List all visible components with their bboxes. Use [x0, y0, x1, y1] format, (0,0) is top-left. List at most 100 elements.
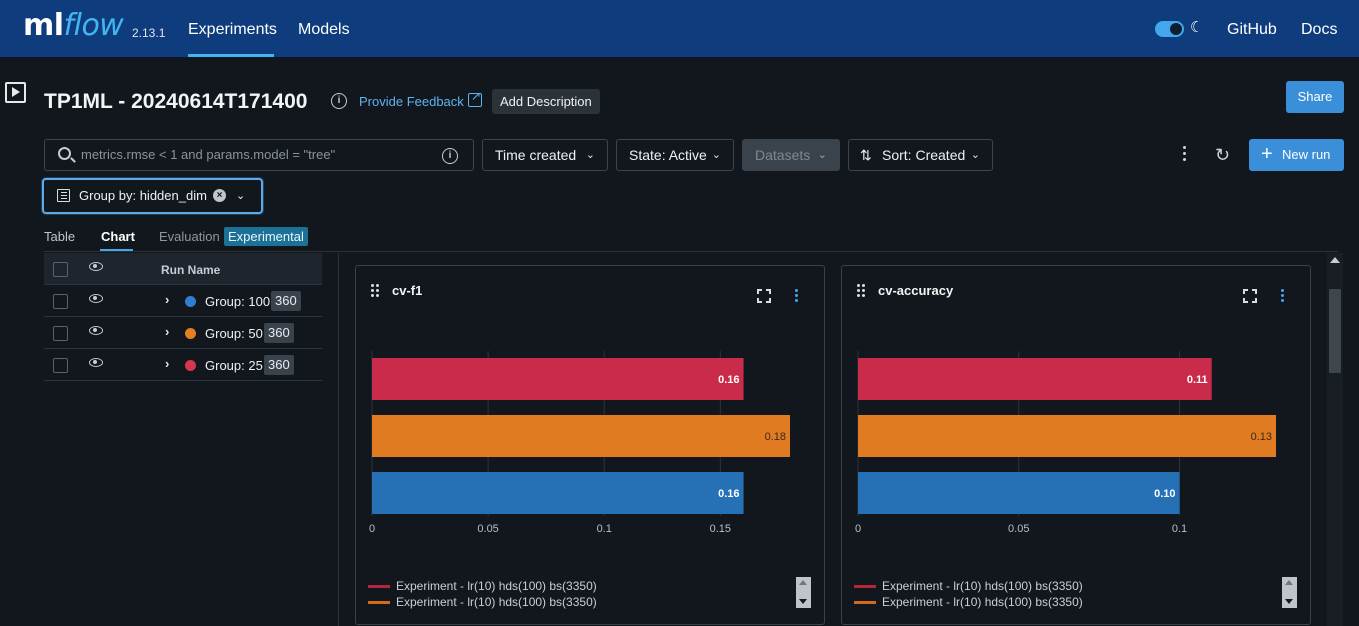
chevron-right-icon[interactable]: ›	[165, 292, 169, 307]
chart-legend: Experiment - lr(10) hds(100) bs(3350) Ex…	[854, 578, 1083, 610]
plus-icon: +	[1261, 143, 1273, 165]
legend-item: Experiment - lr(10) hds(100) bs(3350)	[368, 594, 597, 610]
new-run-label: New run	[1282, 147, 1331, 162]
legend-scrollbar[interactable]	[796, 577, 811, 608]
legend-item: Experiment - lr(10) hds(100) bs(3350)	[854, 594, 1083, 610]
sort-icon: ⇅	[860, 147, 872, 163]
chevron-down-icon: ⌄	[236, 190, 246, 202]
top-nav-bar: mlflow 2.13.1 Experiments Models ☾ GitHu…	[0, 0, 1359, 57]
add-description-button[interactable]: Add Description	[492, 89, 600, 114]
mlflow-logo[interactable]: mlflow	[23, 8, 124, 43]
legend-label: Experiment - lr(10) hds(100) bs(3350)	[396, 579, 597, 593]
scrollbar-thumb[interactable]	[1329, 289, 1341, 373]
share-button[interactable]: Share	[1286, 81, 1344, 113]
search-box: i	[44, 139, 474, 171]
bar-group-50[interactable]	[858, 415, 1276, 457]
bar-group-100[interactable]	[858, 472, 1180, 514]
nav-active-indicator	[188, 54, 274, 57]
tab-chart[interactable]: Chart	[101, 229, 135, 244]
bar-chart-cv-f1: 0 0.05 0.1 0.15 0.16 0.18 0.16	[369, 351, 790, 535]
nav-experiments[interactable]: Experiments	[188, 21, 277, 39]
legend-item: Experiment - lr(10) hds(100) bs(3350)	[854, 578, 1083, 594]
search-icon	[58, 147, 71, 160]
legend-label: Experiment - lr(10) hds(100) bs(3350)	[396, 595, 597, 609]
row-checkbox[interactable]	[53, 358, 68, 373]
chevron-right-icon[interactable]: ›	[165, 356, 169, 371]
chevron-down-icon: ⌄	[970, 149, 980, 161]
x-tick-label: 0.1	[1172, 523, 1187, 535]
search-info-icon[interactable]: i	[442, 148, 458, 164]
nav-github[interactable]: GitHub	[1227, 21, 1277, 39]
eye-icon[interactable]	[89, 294, 103, 303]
toggle-knob	[1170, 23, 1182, 35]
run-count-badge: 360	[264, 323, 294, 343]
chevron-right-icon[interactable]: ›	[165, 324, 169, 339]
bar-value-label: 0.16	[718, 488, 739, 500]
x-tick-label: 0	[369, 523, 375, 535]
sort-dropdown[interactable]: ⇅ Sort: Created ⌄	[848, 139, 993, 171]
scroll-up-icon[interactable]	[1330, 257, 1340, 263]
sort-label: Sort: Created	[882, 147, 966, 163]
page-title: TP1ML - 20240614T171400	[44, 90, 308, 113]
x-tick-label: 0.15	[710, 523, 731, 535]
legend-item: Experiment - lr(10) hds(100) bs(3350)	[368, 578, 597, 594]
time-created-dropdown[interactable]: Time created ⌄	[482, 139, 608, 171]
group-label: Group: 100	[205, 294, 271, 309]
version-label: 2.13.1	[132, 26, 166, 40]
chevron-down-icon: ⌄	[585, 149, 595, 161]
nav-docs[interactable]: Docs	[1301, 21, 1337, 39]
eye-icon[interactable]	[89, 326, 103, 335]
search-input[interactable]	[81, 147, 441, 162]
chart-card-cv-f1: cv-f1 0 0.05 0.1 0.15 0.16 0.18 0.16 Experimen…	[355, 265, 825, 625]
sidebar-toggle-icon[interactable]	[5, 82, 26, 103]
table-row: › Group: 25 360	[44, 349, 322, 381]
group-color-dot	[185, 296, 196, 307]
run-name-header: Run Name	[161, 263, 221, 277]
datasets-label: Datasets	[755, 147, 811, 163]
row-checkbox[interactable]	[53, 294, 68, 309]
bar-group-100[interactable]	[372, 472, 744, 514]
x-tick-label: 0.05	[477, 523, 498, 535]
time-created-label: Time created	[495, 147, 577, 163]
new-run-button[interactable]: + New run	[1249, 139, 1344, 171]
group-color-dot	[185, 360, 196, 371]
chevron-down-icon: ⌄	[817, 149, 827, 161]
tabs-divider	[44, 251, 1338, 252]
group-color-dot	[185, 328, 196, 339]
tab-evaluation[interactable]: Evaluation	[159, 229, 220, 244]
moon-icon: ☾	[1190, 19, 1204, 36]
refresh-icon[interactable]: ↻	[1215, 145, 1230, 166]
x-tick-label: 0.05	[1008, 523, 1029, 535]
legend-scrollbar[interactable]	[1282, 577, 1297, 608]
bar-group-25[interactable]	[858, 358, 1212, 400]
bar-value-label: 0.10	[1154, 488, 1175, 500]
nav-models[interactable]: Models	[298, 21, 350, 39]
select-all-checkbox[interactable]	[53, 262, 68, 277]
runs-table: Run Name › Group: 100 360 › Group: 50 36…	[44, 253, 322, 381]
clear-icon[interactable]: ×	[213, 189, 226, 202]
group-label: Group: 25	[205, 358, 263, 373]
info-icon[interactable]: i	[331, 93, 347, 109]
bar-value-label: 0.13	[1251, 431, 1272, 443]
chart-card-cv-accuracy: cv-accuracy 0 0.05 0.1 0.11 0.13 0.10 Experim…	[841, 265, 1311, 625]
group-by-selector[interactable]: Group by: hidden_dim × ⌄	[42, 178, 263, 214]
datasets-dropdown[interactable]: Datasets ⌄	[742, 139, 840, 171]
theme-toggle[interactable]	[1155, 21, 1184, 37]
tab-table[interactable]: Table	[44, 229, 75, 244]
bar-group-25[interactable]	[372, 358, 744, 400]
group-label: Group: 50	[205, 326, 263, 341]
eye-icon[interactable]	[89, 262, 103, 271]
eye-icon[interactable]	[89, 358, 103, 367]
provide-feedback-link[interactable]: Provide Feedback	[359, 94, 464, 109]
external-link-icon[interactable]	[468, 89, 482, 107]
row-checkbox[interactable]	[53, 326, 68, 341]
bar-chart-cv-accuracy: 0 0.05 0.1 0.11 0.13 0.10	[855, 351, 1276, 535]
state-dropdown[interactable]: State: Active ⌄	[616, 139, 734, 171]
bar-group-50[interactable]	[372, 415, 790, 457]
run-count-badge: 360	[271, 291, 301, 311]
group-by-label: Group by: hidden_dim	[79, 188, 207, 203]
page-scrollbar[interactable]	[1327, 253, 1343, 626]
list-icon	[57, 189, 70, 202]
bar-value-label: 0.11	[1187, 374, 1208, 386]
more-options-icon[interactable]	[1183, 146, 1187, 164]
